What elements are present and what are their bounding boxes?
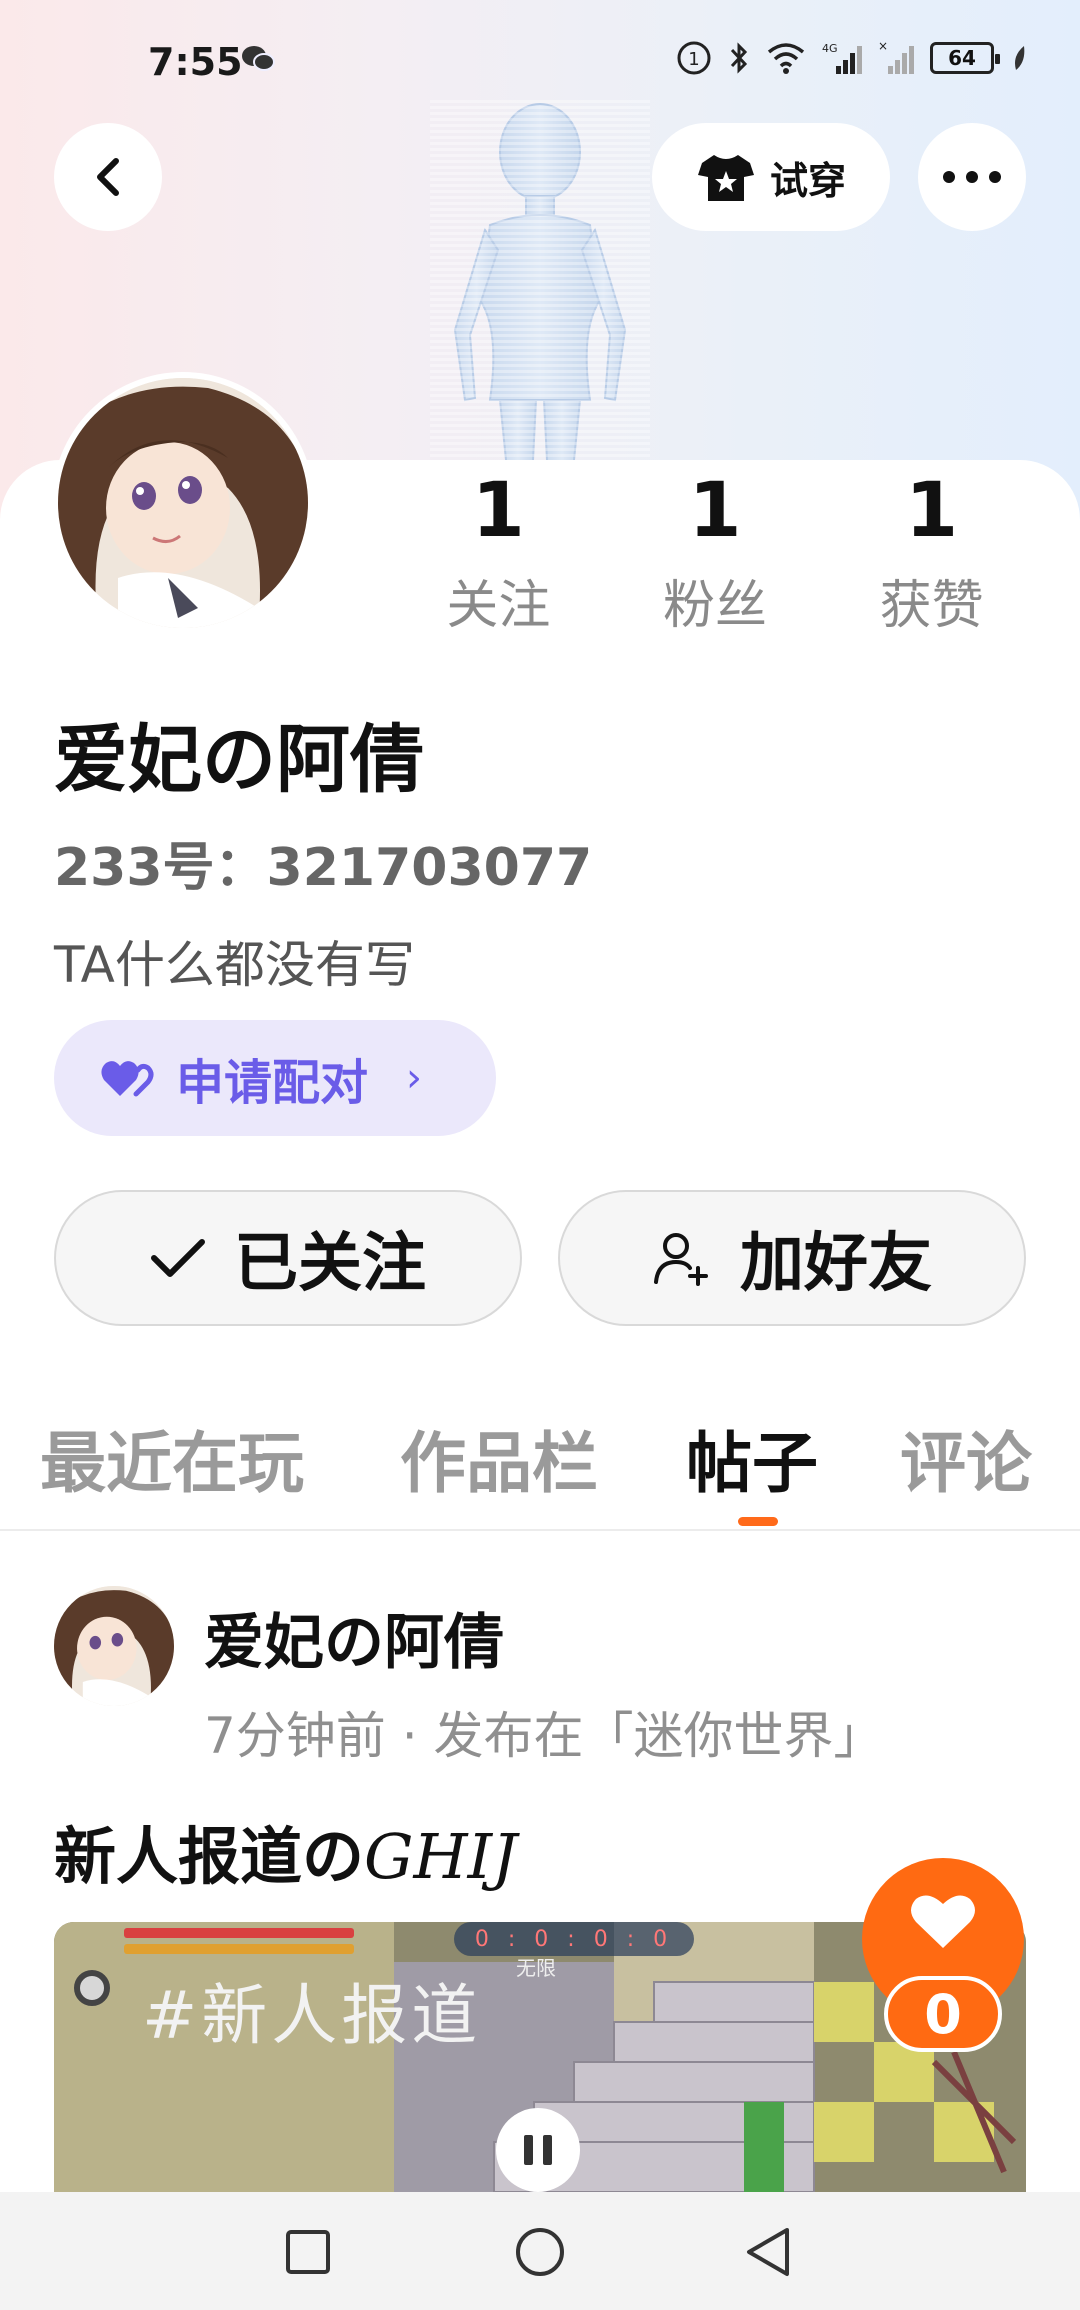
profile-stats: 1 关注 1 粉丝 1 获赞 — [390, 465, 1040, 645]
bluetooth-icon — [730, 42, 748, 74]
triangle-back-icon — [747, 2228, 789, 2276]
game-score: 0 : 0 : 0 : 0 — [454, 1922, 694, 1956]
tab-comments[interactable]: 评论 — [900, 1410, 1032, 1506]
tab-active-indicator — [738, 1517, 778, 1526]
pause-icon — [524, 2135, 533, 2165]
apply-pair-button[interactable]: 申请配对 › — [54, 1020, 496, 1136]
battery-icon: 64 — [930, 42, 1000, 74]
pause-icon-bar — [543, 2135, 552, 2165]
game-mode: 无限 — [516, 1956, 556, 1980]
nav-back-button[interactable] — [738, 2222, 798, 2282]
heart-icon — [911, 1895, 975, 1948]
add-friend-button[interactable]: 加好友 — [558, 1190, 1026, 1326]
check-icon — [151, 1239, 205, 1277]
chevron-right-icon: › — [406, 1055, 423, 1101]
back-button[interactable] — [54, 123, 162, 231]
tab-divider — [0, 1529, 1080, 1531]
stat-likes-label: 获赞 — [879, 576, 984, 636]
profile-user-id: 233号：321703077 — [54, 838, 593, 898]
like-count: 0 — [884, 1976, 1002, 2052]
post-title-fancy-text: GHIJ — [364, 1820, 517, 1893]
avatar-image — [54, 1586, 174, 1706]
try-on-button[interactable]: 试穿 — [652, 123, 890, 231]
cell-signal-icon: 4G — [822, 42, 862, 74]
record-dot-icon — [74, 1970, 110, 2006]
3d-avatar-figure — [430, 100, 650, 480]
pause-button[interactable] — [496, 2108, 580, 2192]
stat-following-count: 1 — [471, 465, 525, 554]
wechat-icon — [242, 46, 275, 71]
more-button[interactable] — [918, 123, 1026, 231]
status-time: 7:55 — [148, 40, 243, 84]
nav-recent-apps-button[interactable] — [278, 2222, 338, 2282]
wifi-icon — [767, 43, 805, 74]
try-on-label: 试穿 — [769, 158, 846, 203]
square-icon — [286, 2230, 330, 2274]
post-author-name[interactable]: 爱妃の阿倩 — [204, 1594, 504, 1681]
stat-following-label: 关注 — [446, 576, 551, 636]
double-heart-icon — [101, 1061, 154, 1097]
post-meta: 7分钟前 · 发布在「迷你世界」 — [204, 1707, 884, 1765]
cell-signal-empty-icon: × — [878, 40, 914, 74]
svg-text:×: × — [878, 40, 888, 53]
post-title[interactable]: 新人报道のGHIJ — [54, 1806, 517, 1896]
profile-nickname: 爱妃の阿倩 — [54, 717, 424, 803]
profile-tabs: 最近在玩 作品栏 帖子 评论 — [0, 1410, 1080, 1530]
svg-text:4G: 4G — [822, 42, 838, 55]
svg-text:1: 1 — [688, 49, 699, 70]
system-nav-bar — [0, 2192, 1080, 2310]
profile-avatar[interactable] — [52, 372, 314, 634]
tab-works[interactable]: 作品栏 — [400, 1410, 598, 1506]
post-title-text: 新人报道の — [54, 1820, 365, 1893]
circle-icon — [516, 2228, 564, 2276]
post-author-avatar[interactable] — [54, 1586, 174, 1706]
chevron-left-icon — [97, 158, 119, 196]
video-hashtag: #新人报道 — [142, 1977, 482, 2054]
add-user-icon — [654, 1233, 708, 1286]
more-dots-icon — [943, 171, 1001, 183]
stat-following[interactable]: 1 关注 — [390, 465, 607, 645]
health-bars — [124, 1928, 354, 1960]
tab-recently-played[interactable]: 最近在玩 — [40, 1410, 304, 1506]
stat-likes[interactable]: 1 获赞 — [823, 465, 1040, 645]
tshirt-star-icon — [697, 155, 754, 201]
apply-pair-label: 申请配对 — [176, 1055, 369, 1111]
stat-fans-label: 粉丝 — [663, 576, 768, 636]
tab-posts[interactable]: 帖子 — [686, 1410, 818, 1506]
avatar-image — [58, 378, 308, 628]
leaf-icon — [1015, 46, 1025, 70]
profile-bio: TA什么都没有写 — [54, 936, 415, 994]
volte-icon: 1 — [677, 41, 711, 75]
stat-likes-count: 1 — [905, 465, 959, 554]
status-bar: 7:55 1 4G × 64 — [0, 0, 1080, 120]
stat-fans-count: 1 — [688, 465, 742, 554]
followed-button[interactable]: 已关注 — [54, 1190, 522, 1326]
stat-fans[interactable]: 1 粉丝 — [607, 465, 824, 645]
nav-home-button[interactable] — [510, 2222, 570, 2282]
add-friend-label: 加好友 — [740, 1227, 932, 1301]
followed-label: 已关注 — [234, 1227, 426, 1301]
status-icons: 1 4G × 64 — [676, 40, 1028, 76]
